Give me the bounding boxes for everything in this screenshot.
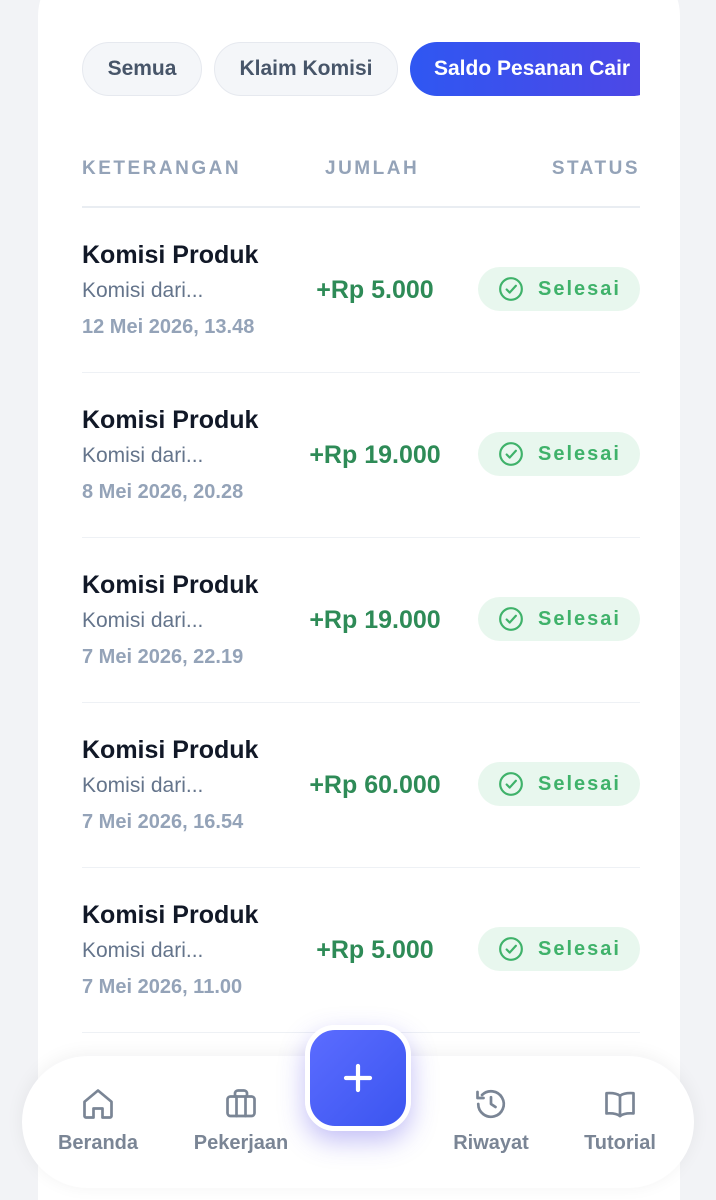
briefcase-icon (226, 1089, 256, 1118)
check-circle-icon (499, 937, 523, 961)
row-amount: +Rp 5.000 (316, 936, 434, 964)
tab-saldo-pesanan-cair[interactable]: Saldo Pesanan Cair (410, 42, 640, 96)
row-date: 8 Mei 2026, 20.28 (82, 481, 244, 503)
row-description: Komisi dari... (82, 279, 204, 302)
check-circle-icon (499, 277, 523, 301)
add-button[interactable] (305, 1025, 411, 1131)
status-badge: Selesai (478, 267, 640, 311)
row-title: Komisi Produk (82, 901, 259, 929)
status-text: Selesai (538, 937, 621, 960)
check-circle-icon (499, 772, 523, 796)
status-badge: Selesai (478, 762, 640, 806)
plus-icon (343, 1063, 373, 1093)
transaction-list: Komisi Produk Komisi dari... 12 Mei 2026… (82, 208, 640, 1033)
nav-label: Riwayat (453, 1132, 529, 1154)
row-title: Komisi Produk (82, 406, 259, 434)
check-circle-icon (499, 607, 523, 631)
status-badge: Selesai (478, 927, 640, 971)
row-description: Komisi dari... (82, 609, 204, 632)
nav-item-beranda[interactable]: Beranda (28, 1086, 168, 1155)
nav-item-riwayat[interactable]: Riwayat (421, 1086, 561, 1155)
header-jumlah: JUMLAH (325, 158, 420, 179)
nav-item-tutorial[interactable]: Tutorial (550, 1086, 690, 1155)
tab-klaim-komisi[interactable]: Klaim Komisi (214, 42, 398, 96)
row-description: Komisi dari... (82, 444, 204, 467)
row-date: 7 Mei 2026, 16.54 (82, 811, 244, 833)
book-icon (605, 1091, 635, 1118)
nav-item-pekerjaan[interactable]: Pekerjaan (171, 1086, 311, 1155)
row-amount: +Rp 19.000 (309, 441, 441, 469)
table-row[interactable]: Komisi Produk Komisi dari... 12 Mei 2026… (82, 208, 640, 373)
table-row[interactable]: Komisi Produk Komisi dari... 7 Mei 2026,… (82, 703, 640, 868)
table-header: KETERANGAN JUMLAH STATUS (82, 158, 640, 184)
table-row[interactable]: Komisi Produk Komisi dari... 8 Mei 2026,… (82, 373, 640, 538)
row-amount: +Rp 19.000 (309, 606, 441, 634)
row-title: Komisi Produk (82, 571, 259, 599)
home-icon (83, 1089, 113, 1119)
nav-label: Pekerjaan (193, 1132, 289, 1154)
row-description: Komisi dari... (82, 939, 204, 962)
row-description: Komisi dari... (82, 774, 204, 797)
row-date: 7 Mei 2026, 11.00 (82, 976, 243, 998)
status-badge: Selesai (478, 597, 640, 641)
page: Semua Klaim Komisi Saldo Pesanan Cair KE… (0, 0, 716, 1200)
row-amount: +Rp 5.000 (316, 276, 434, 304)
status-text: Selesai (538, 442, 621, 465)
status-badge: Selesai (478, 432, 640, 476)
row-title: Komisi Produk (82, 241, 259, 269)
row-amount: +Rp 60.000 (309, 771, 441, 799)
header-status: STATUS (551, 158, 640, 179)
filter-tabs: Semua Klaim Komisi Saldo Pesanan Cair (82, 42, 640, 98)
history-icon (476, 1089, 506, 1119)
status-text: Selesai (538, 772, 621, 795)
status-text: Selesai (538, 607, 621, 630)
table-row[interactable]: Komisi Produk Komisi dari... 7 Mei 2026,… (82, 538, 640, 703)
nav-label: Tutorial (584, 1132, 656, 1154)
check-circle-icon (499, 442, 523, 466)
nav-label: Beranda (57, 1132, 139, 1154)
status-text: Selesai (538, 277, 621, 300)
row-date: 12 Mei 2026, 13.48 (82, 316, 255, 338)
row-date: 7 Mei 2026, 22.19 (82, 646, 244, 668)
row-title: Komisi Produk (82, 736, 259, 764)
table-row[interactable]: Komisi Produk Komisi dari... 7 Mei 2026,… (82, 868, 640, 1033)
header-keterangan: KETERANGAN (82, 158, 242, 179)
tab-semua[interactable]: Semua (82, 42, 202, 96)
